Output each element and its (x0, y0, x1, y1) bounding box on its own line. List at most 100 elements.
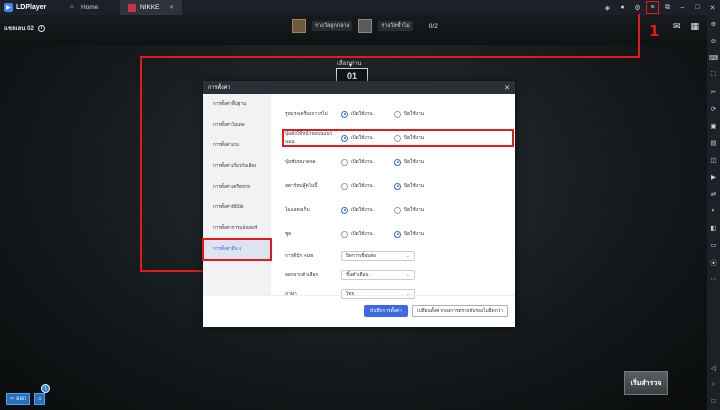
tab-nikke-label: NIKKE (140, 4, 160, 11)
radio-dot (341, 230, 348, 238)
reward-label-2: รางวัลซ้ำไม่ (378, 21, 413, 31)
menu-icon[interactable]: ≡ (645, 0, 660, 15)
option-row: รูทแรงเครื่องถาวรไม่ เปิดใช้งาน ปิดใช้งา… (285, 108, 511, 120)
account-icon[interactable]: ● (615, 0, 630, 15)
sidebar-item-audio[interactable]: การตั้งค่าเกี่ยวกับเสียง (203, 156, 271, 177)
annotation-line (140, 270, 204, 272)
tab-nikke[interactable]: NIKKE ✕ (120, 0, 182, 15)
radio-label: ปิดใช้งาน (404, 184, 425, 189)
radio-dot (394, 230, 401, 238)
scissors-icon[interactable]: ✂ (707, 83, 720, 100)
sidebar-item-network[interactable]: การตั้งค่าเครือข่าย (203, 177, 271, 198)
back-icon[interactable]: ◁ (707, 359, 720, 376)
radio-disable[interactable]: ปิดใช้งาน (394, 206, 447, 214)
close-window-icon[interactable]: ✕ (705, 0, 720, 15)
adb-select[interactable]: ปิดการเชื่อมต่อ ⌄ (341, 251, 415, 261)
add-icon[interactable]: ⊕ (707, 15, 720, 32)
emulator-window: ▶ LDPlayer ⌂ Home NIKKE ✕ ◈ ● ⚙ ≡ ⧉ – □ … (0, 0, 720, 410)
sidebar-item-model[interactable]: การตั้งค่าโมเดล (203, 115, 271, 136)
game-right-icons: ✉ ▦ (673, 21, 699, 32)
option-row-landscape: ปุ่มตั้งให้หน้าจอบนแนวนอน เปิดใช้งาน ปิด… (282, 129, 514, 147)
sidebar-item-basic[interactable]: การตั้งค่าพื้นฐาน (203, 94, 271, 115)
home-game-button[interactable]: ⌂ (34, 393, 46, 405)
exit-option-select[interactable]: ขึ้นคำเตือน ⌄ (341, 270, 415, 280)
fullscreen-icon[interactable]: ⛶ (707, 66, 720, 83)
select-value: ขึ้นคำเตือน (346, 271, 369, 277)
radio-enable[interactable]: เปิดใช้งาน (341, 110, 394, 118)
toolbox-icon[interactable]: ▤ (707, 134, 720, 151)
radio-enable[interactable]: เปิดใช้งาน (341, 206, 394, 214)
gamepad-icon[interactable]: ◈ (600, 0, 615, 15)
shake-icon[interactable]: ◐ (707, 202, 720, 219)
sidebar-item-game[interactable]: การตั้งค่าเกม (203, 135, 271, 156)
radio-enable[interactable]: เปิดใช้งาน (341, 230, 394, 238)
mail-icon[interactable]: ✉ (673, 21, 681, 32)
option-label: สตาร์ทบลู๊ตไม่นี้ (285, 184, 318, 189)
annotation-line (638, 14, 640, 58)
chest-icon (292, 19, 306, 33)
option-row: ไม่แสดงเก็บ เปิดใช้งาน ปิดใช้งาน (285, 204, 511, 216)
settings-icon[interactable]: ⚙ (630, 0, 645, 15)
radio-dot (394, 182, 401, 190)
select-label: ออกจากตัวเลือก (285, 273, 319, 278)
radio-label: เปิดใช้งาน (351, 136, 373, 141)
chevron-down-icon: ⌄ (405, 272, 410, 278)
radio-enable[interactable]: เปิดใช้งาน (341, 158, 394, 166)
location-icon[interactable]: ⦿ (707, 253, 720, 270)
dialog-footer: บันทึกการตั้งค่า เปลี่ยนตั้งค่ากองการตรว… (203, 295, 515, 327)
start-explore-button[interactable]: เริ่มสำรวจ (624, 371, 668, 395)
exit-icon: ⇦ (10, 396, 15, 402)
radio-label: เปิดใช้งาน (351, 112, 373, 117)
radio-dot (341, 206, 348, 214)
maximize-icon[interactable]: □ (690, 0, 705, 15)
keyboard-icon[interactable]: ⌨ (707, 49, 720, 66)
sidebar-item-notification[interactable]: การตั้งค่าการแจ้งเตอร์ (203, 218, 271, 239)
sidebar-item-shortcut[interactable]: การตั้งค่าทีมีปัด (203, 197, 271, 218)
volume-icon[interactable]: ◧ (707, 219, 720, 236)
chest-grey-icon (358, 19, 373, 33)
game-mode-title: แชลเลน 02 i (4, 23, 45, 33)
folder-icon[interactable]: ▭ (707, 236, 720, 253)
radio-disable[interactable]: ปิดใช้งาน (394, 110, 447, 118)
grid-menu-icon[interactable]: ▦ (690, 21, 699, 32)
title-bar: ▶ LDPlayer ⌂ Home NIKKE ✕ ◈ ● ⚙ ≡ ⧉ – □ … (0, 0, 720, 15)
exit-button[interactable]: ⇦ ออก (6, 393, 31, 405)
annotation-line (140, 56, 640, 58)
restore-defaults-button[interactable]: เปลี่ยนตั้งค่ากองการตรวจจับรองไม่ยืดกว่า (412, 305, 508, 317)
apk-icon[interactable]: ▣ (707, 117, 720, 134)
app-logo: ▶ LDPlayer (0, 3, 62, 12)
radio-disable[interactable]: ปิดใช้งาน (394, 182, 447, 190)
remove-icon[interactable]: ⊖ (707, 32, 720, 49)
sidebar-item-other[interactable]: การตั้งค่าอื่น ๆ (202, 237, 272, 261)
radio-label: ปิดใช้งาน (404, 136, 425, 141)
close-icon[interactable]: ✕ (504, 84, 510, 92)
tab-home[interactable]: ⌂ Home (62, 0, 120, 15)
select-value: ปิดการเชื่อมต่อ (346, 252, 376, 258)
radio-disable[interactable]: ปิดใช้งาน (394, 134, 447, 142)
option-label: ชูด (285, 232, 292, 237)
option-row: ปุ่มซับขนาดจอ เปิดใช้งาน ปิดใช้งาน (285, 156, 511, 168)
info-icon[interactable]: i (37, 24, 45, 32)
radio-disable[interactable]: ปิดใช้งาน (394, 158, 447, 166)
ldplayer-logo-icon: ▶ (4, 3, 13, 12)
more-icon[interactable]: ⋯ (707, 270, 720, 287)
save-settings-button[interactable]: บันทึกการตั้งค่า (364, 305, 408, 317)
home-nav-icon[interactable]: ○ (707, 376, 720, 393)
close-tab-icon[interactable]: ✕ (169, 4, 174, 11)
radio-enable[interactable]: เปิดใช้งาน (341, 182, 394, 190)
radio-label: เปิดใช้งาน (351, 184, 373, 189)
settings-dialog: การตั้งค่า ✕ การตั้งค่าพื้นฐาน การตั้งค่… (202, 81, 515, 327)
restore-multi-icon[interactable]: ⧉ (660, 0, 675, 15)
minimize-icon[interactable]: – (675, 0, 690, 15)
select-row-adb: การดีบัก ADB ปิดการเชื่อมต่อ ⌄ (285, 250, 511, 262)
radio-disable[interactable]: ปิดใช้งาน (394, 230, 447, 238)
sync-icon[interactable]: ⇄ (707, 185, 720, 202)
recent-apps-icon[interactable]: □ (707, 393, 720, 410)
record-icon[interactable]: ▶ (707, 168, 720, 185)
dialog-title: การตั้งค่า (208, 84, 231, 91)
radio-dot (394, 206, 401, 214)
radio-dot (394, 158, 401, 166)
rotate-icon[interactable]: ⟳ (707, 100, 720, 117)
screenshot-icon[interactable]: ◫ (707, 151, 720, 168)
radio-enable[interactable]: เปิดใช้งาน (341, 134, 394, 142)
